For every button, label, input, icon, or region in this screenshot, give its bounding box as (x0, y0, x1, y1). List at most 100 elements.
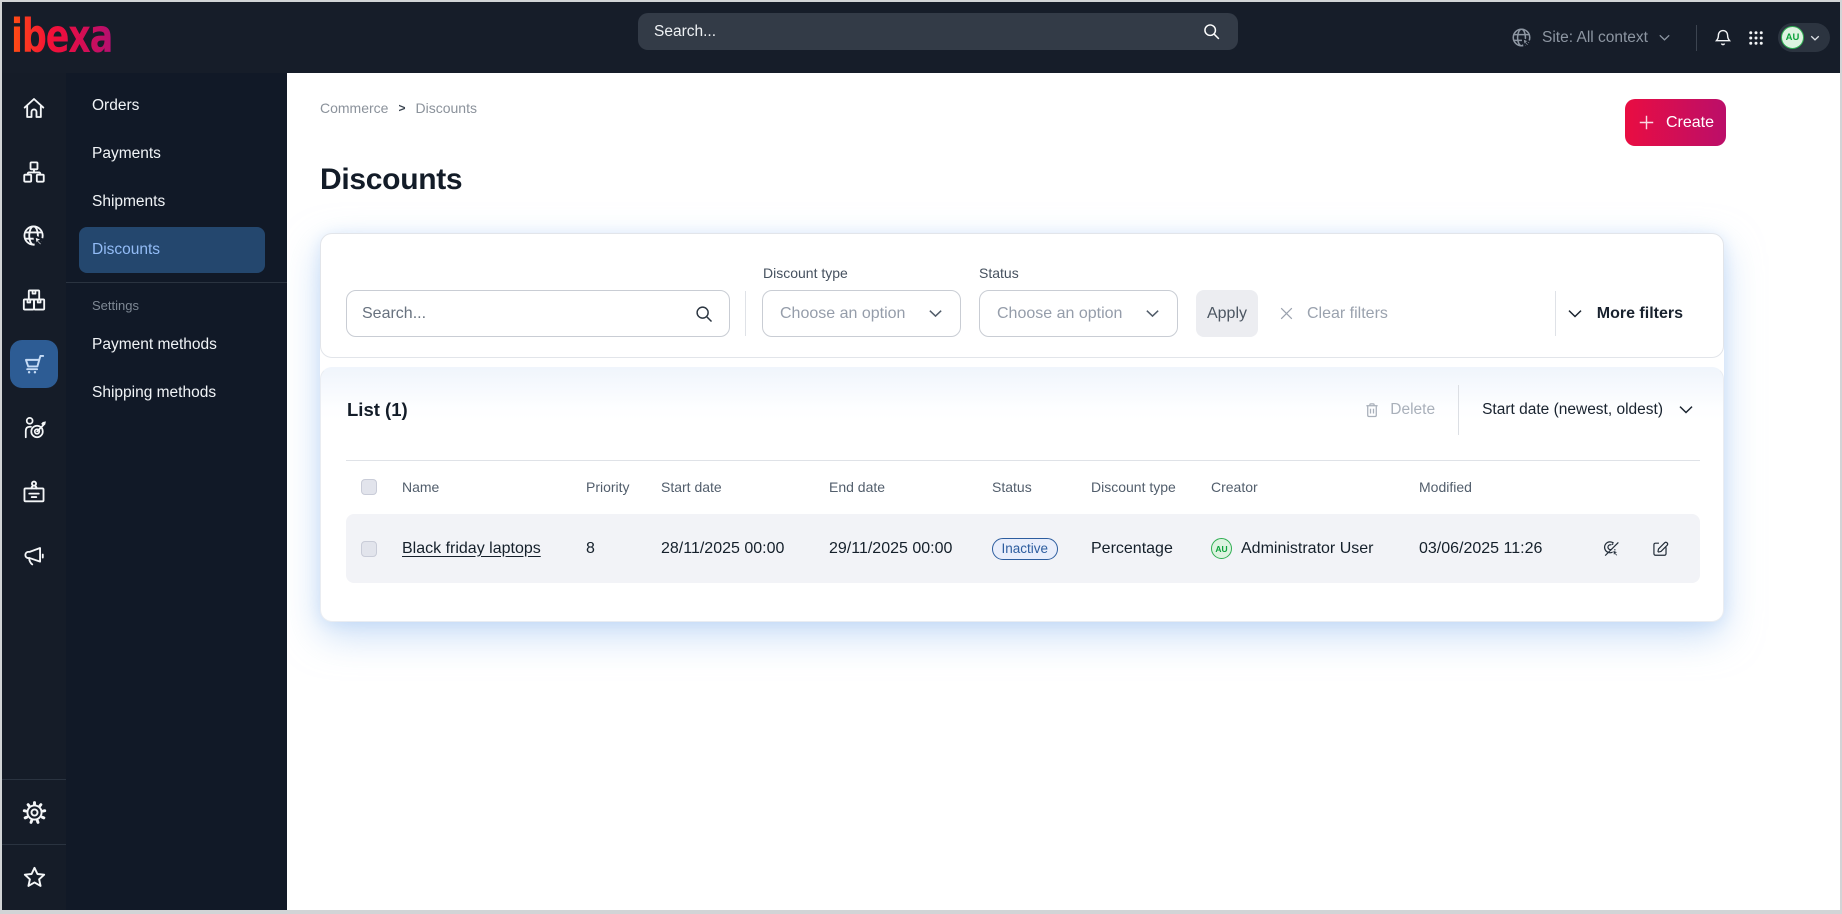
notifications-button[interactable] (1713, 27, 1733, 49)
sidebar-divider (66, 282, 287, 283)
chevron-down-icon (1146, 310, 1159, 318)
discount-type-label: Discount type (763, 265, 848, 281)
filter-divider (745, 291, 746, 336)
site-globe-cursor-icon (23, 225, 47, 249)
rail-item-commerce[interactable] (10, 340, 58, 388)
chevron-down-icon (1568, 309, 1582, 318)
filter-search-placeholder: Search... (362, 304, 427, 322)
rail-item-site[interactable] (10, 212, 58, 260)
rail-item-content-tree[interactable] (10, 148, 58, 196)
product-boxes-icon (22, 289, 46, 311)
rail-item-personalization[interactable] (10, 404, 58, 452)
sidebar-menu: Orders Payments Shipments Discounts Sett… (66, 73, 287, 910)
clear-filters-label: Clear filters (1307, 304, 1388, 322)
creator-avatar: AU (1211, 538, 1232, 559)
sort-selector-label: Start date (newest, oldest) (1482, 401, 1663, 418)
more-filters-button[interactable]: More filters (1566, 290, 1683, 337)
breadcrumb: Commerce > Discounts (320, 100, 477, 116)
clear-filters-button[interactable]: Clear filters (1278, 290, 1388, 337)
rail-item-customer-portal[interactable] (10, 468, 58, 516)
topbar: ibexa Search... Site: All context AU (2, 2, 1840, 73)
app-window: ibexa Search... Site: All context AU Ord… (2, 2, 1840, 910)
sidebar-item-payment-methods[interactable]: Payment methods (79, 322, 265, 368)
sort-selector[interactable]: Start date (newest, oldest) (1482, 401, 1695, 419)
home-icon (23, 98, 45, 118)
edit-icon[interactable] (1651, 539, 1669, 558)
topbar-divider (1696, 24, 1697, 51)
row-end-date: 29/11/2025 00:00 (829, 539, 953, 557)
rail-item-marketing[interactable] (10, 532, 58, 580)
column-header-modified: Modified (1419, 479, 1472, 495)
breadcrumb-commerce[interactable]: Commerce (320, 100, 388, 116)
delete-button[interactable]: Delete (1363, 401, 1435, 419)
plus-icon (1639, 115, 1654, 130)
site-context-selector[interactable]: Site: All context (1510, 26, 1672, 49)
star-icon (23, 866, 45, 887)
row-priority: 8 (586, 539, 595, 557)
discount-type-value: Choose an option (780, 304, 906, 322)
user-menu[interactable]: AU (1778, 23, 1830, 52)
content-tree-icon (23, 161, 45, 183)
personalization-icon (24, 417, 46, 439)
apply-button[interactable]: Apply (1196, 290, 1258, 337)
megaphone-icon (24, 547, 44, 566)
more-filters-label: More filters (1596, 304, 1683, 322)
site-globe-icon (1512, 28, 1532, 47)
table-row: Black friday laptops 8 28/11/2025 00:00 … (346, 514, 1700, 583)
grid-dots-icon (1749, 30, 1763, 45)
status-badge: Inactive (992, 537, 1058, 560)
create-button-label: Create (1665, 113, 1715, 131)
column-header-end-date: End date (829, 479, 886, 495)
preview-disabled-icon[interactable] (1602, 539, 1621, 559)
ibexa-logo[interactable]: ibexa (11, 9, 113, 63)
select-all-checkbox[interactable] (361, 479, 377, 495)
column-header-priority: Priority (586, 479, 630, 495)
sidebar-item-discounts[interactable]: Discounts (79, 227, 265, 273)
topbar-right: Site: All context AU (1510, 2, 1830, 73)
bell-icon (1714, 29, 1732, 45)
icon-rail (2, 73, 66, 910)
row-modified: 03/06/2025 11:26 (1419, 539, 1543, 557)
page-title: Discounts (320, 163, 463, 196)
global-search-placeholder: Search... (654, 22, 717, 40)
chevron-down-icon (929, 310, 942, 318)
global-search-input[interactable]: Search... (638, 13, 1238, 50)
sidebar-item-shipments[interactable]: Shipments (79, 179, 265, 225)
discount-type-select[interactable]: Choose an option (762, 290, 961, 337)
status-select[interactable]: Choose an option (979, 290, 1178, 337)
rail-item-home[interactable] (10, 84, 58, 132)
discount-name-link[interactable]: Black friday laptops (402, 540, 541, 557)
site-context-label: Site: All context (1542, 28, 1648, 46)
sidebar-item-orders[interactable]: Orders (79, 83, 265, 129)
row-start-date: 28/11/2025 00:00 (661, 539, 785, 557)
main-content: Commerce > Discounts Create Discounts Se… (287, 73, 1840, 910)
breadcrumb-discounts[interactable]: Discounts (415, 100, 476, 116)
table-header: Name Priority Start date End date Status… (346, 460, 1700, 514)
cart-icon (24, 354, 44, 373)
filters-panel: Search... Discount type Choose an option… (320, 233, 1724, 358)
rail-divider (2, 779, 66, 780)
chevron-down-icon (1679, 406, 1693, 414)
app-switcher-button[interactable] (1747, 27, 1765, 49)
column-header-start-date: Start date (661, 479, 722, 495)
filter-search-input[interactable]: Search... (346, 290, 730, 337)
rail-divider (2, 844, 66, 845)
status-value: Choose an option (997, 304, 1123, 322)
gear-icon (22, 800, 46, 824)
sidebar-item-shipping-methods[interactable]: Shipping methods (79, 370, 265, 416)
user-avatar: AU (1781, 26, 1804, 49)
row-discount-type: Percentage (1091, 539, 1173, 557)
rail-item-bookmarks[interactable] (10, 853, 58, 901)
delete-button-label: Delete (1390, 401, 1436, 418)
rail-bottom (2, 779, 66, 910)
list-controls-divider (1458, 385, 1460, 435)
chevron-down-icon (1810, 35, 1820, 41)
status-label: Status (979, 265, 1019, 281)
column-header-name: Name (402, 479, 440, 495)
create-button[interactable]: Create (1625, 99, 1726, 146)
sidebar-item-payments[interactable]: Payments (79, 131, 265, 177)
rail-item-settings[interactable] (10, 788, 58, 836)
row-checkbox[interactable] (361, 540, 377, 557)
list-title: List (1) (347, 399, 408, 420)
rail-item-products[interactable] (10, 276, 58, 324)
